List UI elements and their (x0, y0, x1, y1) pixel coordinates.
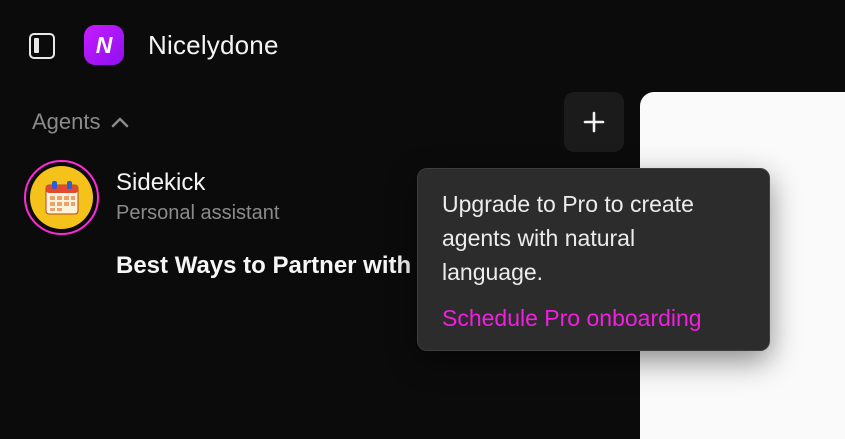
chevron-up-icon (111, 117, 128, 128)
app-name: Nicelydone (148, 30, 279, 60)
plus-icon (583, 111, 605, 133)
add-agent-button[interactable] (564, 92, 624, 152)
sidebar-toggle-icon[interactable] (29, 33, 55, 59)
upgrade-tooltip: Upgrade to Pro to create agents with nat… (417, 168, 770, 351)
chat-list-item[interactable]: Best Ways to Partner with (116, 252, 426, 280)
app-logo: N (84, 25, 124, 65)
calendar-icon (45, 180, 78, 214)
agent-subtitle: Personal assistant (116, 202, 280, 224)
schedule-onboarding-link[interactable]: Schedule Pro onboarding (442, 305, 745, 332)
tooltip-text: Upgrade to Pro to create agents with nat… (442, 191, 694, 285)
agent-name[interactable]: Sidekick (116, 169, 205, 197)
agent-avatar[interactable] (24, 160, 99, 235)
section-title: Agents (32, 109, 101, 134)
agents-section-header[interactable]: Agents (32, 109, 129, 135)
